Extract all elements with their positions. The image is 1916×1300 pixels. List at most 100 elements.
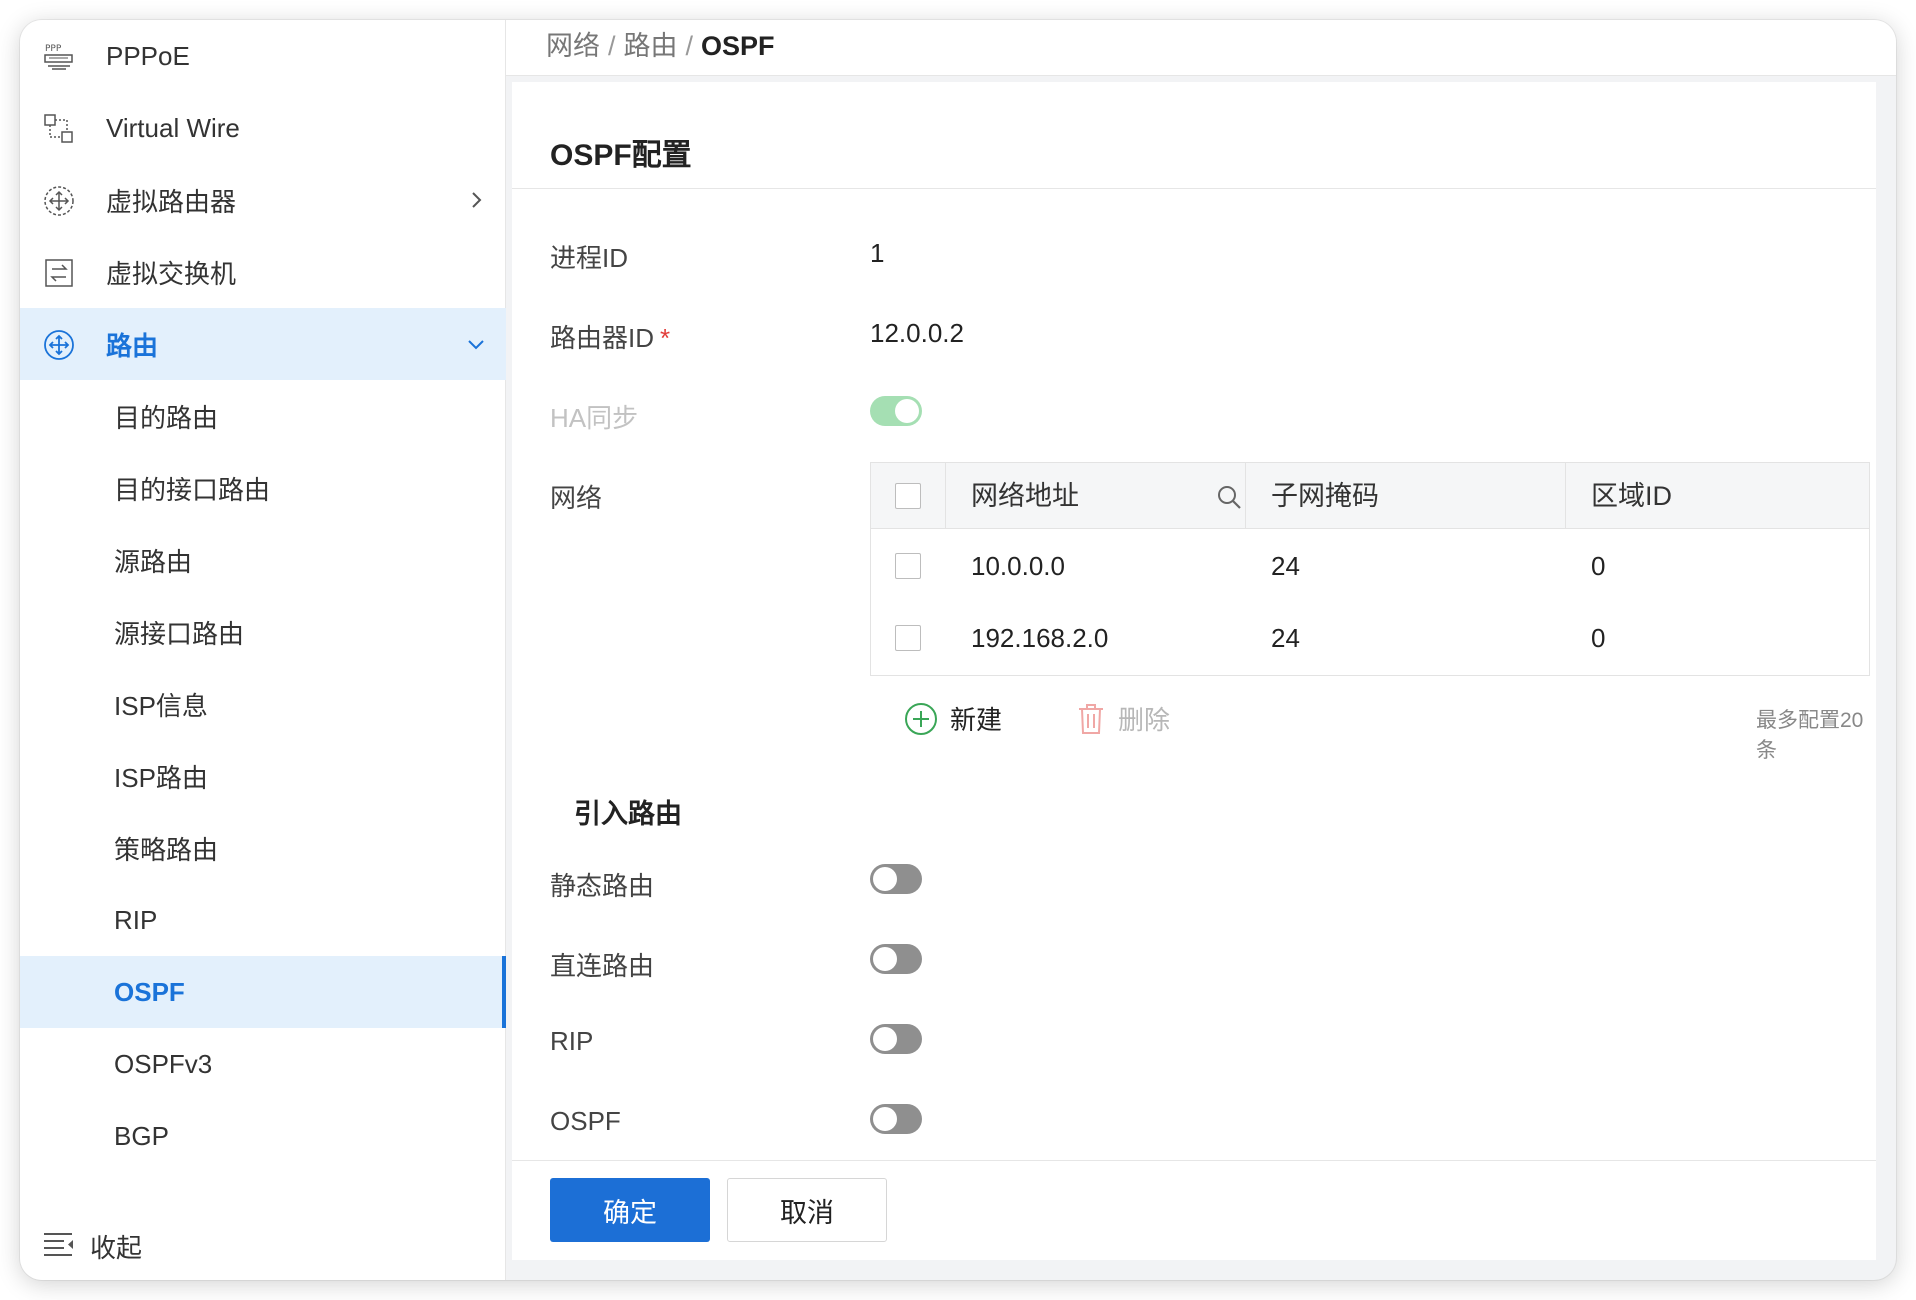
sidebar-subitem-isp-info[interactable]: ISP信息 [20,668,506,740]
router-id-label-text: 路由器ID [550,323,655,353]
row-checkbox[interactable] [895,553,921,579]
sidebar-subitem-label: OSPF [114,976,185,1007]
sidebar-item-label: Virtual Wire [106,112,240,143]
pppoe-icon: PPP [44,44,73,70]
sidebar-subitem-label: OSPFv3 [114,1048,213,1079]
card-title: OSPF配置 [550,139,692,172]
ospf-config-card: OSPF配置 进程ID 1 路由器ID * 12.0.0.2 HA同步 网络 网络… [512,82,1876,1260]
cell-address: 192.168.2.0 [971,623,1109,653]
ha-sync-toggle[interactable] [870,396,922,426]
virtual-wire-icon [44,114,73,143]
topbar: 网络 / 路由 / OSPF [506,20,1896,76]
chevron-right-icon [472,192,482,208]
sidebar-subitem-label: ISP路由 [114,762,208,793]
confirm-button[interactable]: 确定 [550,1178,710,1242]
column-divider [945,463,946,529]
sidebar-subitem-label: 策略路由 [114,834,219,865]
cell-address: 10.0.0.0 [971,551,1065,581]
ha-sync-label: HA同步 [550,403,639,433]
sidebar-subitem-label: 目的路由 [114,402,219,433]
sidebar-collapse-button[interactable]: 收起 [20,1216,506,1272]
footer-divider [512,1160,1876,1161]
cancel-button[interactable]: 取消 [727,1178,887,1242]
select-all-checkbox[interactable] [895,483,921,509]
breadcrumb-item-network[interactable]: 网络 [546,31,600,61]
breadcrumb-item-routing[interactable]: 路由 [624,31,678,61]
sidebar-subitem-policy-route[interactable]: 策略路由 [20,812,506,884]
chevron-down-icon [468,340,484,350]
sidebar-subitem-source-interface-route[interactable]: 源接口路由 [20,596,506,668]
cell-area: 0 [1591,551,1606,581]
router-id-label: 路由器ID * [550,318,670,355]
virtual-switch-icon [45,259,73,287]
max-entries-note: 最多配置20条 [1756,709,1864,762]
sidebar-item-virtual-switch[interactable]: 虚拟交换机 [20,236,506,308]
sidebar-item-label: 虚拟路由器 [106,186,237,217]
column-divider [1245,463,1246,529]
breadcrumb-separator: / [608,31,616,61]
sidebar-subitem-label: BGP [114,1120,169,1151]
process-id-label: 进程ID [550,243,629,273]
cell-mask: 24 [1271,623,1300,653]
sidebar-subitem-ospf[interactable]: OSPF [20,956,506,1028]
row-checkbox[interactable] [895,625,921,651]
column-header-area: 区域ID [1591,481,1672,511]
sidebar-subitem-label: 源路由 [114,546,193,577]
table-header: 网络地址 子网掩码 区域ID [871,463,1869,529]
breadcrumb-current: OSPF [701,31,775,61]
cell-mask: 24 [1271,551,1300,581]
svg-text:PPP: PPP [45,44,62,54]
redistribute-static-label: 静态路由 [550,871,655,901]
redistribute-connected-label: 直连路由 [550,951,655,981]
sidebar-subitem-dest-interface-route[interactable]: 目的接口路由 [20,452,506,524]
column-divider [1565,463,1566,529]
add-circle-icon [905,702,937,735]
redistribute-connected-toggle[interactable] [870,944,922,974]
sidebar-item-virtual-router[interactable]: 虚拟路由器 [20,164,506,236]
breadcrumb: 网络 / 路由 / OSPF [546,24,775,63]
add-label: 新建 [950,705,1003,735]
sidebar-item-label: 虚拟交换机 [106,258,237,289]
sidebar-subitem-isp-route[interactable]: ISP路由 [20,740,506,812]
routing-icon [44,330,74,360]
sidebar: PPP PPPoE Virtual Wire 虚拟路由器 虚拟交换机 路由 目的… [20,20,506,1280]
network-label: 网络 [550,483,603,513]
column-header-address: 网络地址 [971,481,1079,511]
redistribute-section-title: 引入路由 [574,799,682,829]
process-id-value: 1 [870,238,885,268]
collapse-menu-icon [44,1233,73,1256]
sidebar-item-label: PPPoE [106,40,190,71]
column-header-mask: 子网掩码 [1271,481,1379,511]
required-marker: * [660,323,671,353]
search-icon[interactable] [1215,483,1243,511]
redistribute-static-toggle[interactable] [870,864,922,894]
sidebar-subitem-ospfv3[interactable]: OSPFv3 [20,1028,506,1100]
sidebar-item-label: 路由 [106,330,159,361]
redistribute-ospf-label: OSPF [550,1106,621,1136]
add-network-button[interactable]: 新建 [904,700,1002,737]
redistribute-rip-label: RIP [550,1026,594,1056]
sidebar-item-pppoe[interactable]: PPP PPPoE [20,20,506,92]
sidebar-subitem-label: 目的接口路由 [114,474,271,505]
sidebar-subitem-dest-route[interactable]: 目的路由 [20,380,506,452]
sidebar-subitem-bgp[interactable]: BGP [20,1100,506,1172]
router-id-value: 12.0.0.2 [870,318,964,348]
sidebar-subitem-source-route[interactable]: 源路由 [20,524,506,596]
sidebar-item-virtual-wire[interactable]: Virtual Wire [20,92,506,164]
sidebar-subitem-label: ISP信息 [114,690,208,721]
collapse-label: 收起 [90,1233,143,1263]
delete-network-button[interactable]: 删除 [1076,700,1170,737]
breadcrumb-separator: / [685,31,694,61]
sidebar-item-routing[interactable]: 路由 [20,308,506,380]
sidebar-subitem-label: RIP [114,904,158,935]
redistribute-rip-toggle[interactable] [870,1024,922,1054]
sidebar-subitem-rip[interactable]: RIP [20,884,506,956]
trash-icon [1079,703,1103,734]
network-table: 网络地址 子网掩码 区域ID 10.0.0.0 24 0 192.168.2.0… [870,462,1870,676]
redistribute-ospf-toggle[interactable] [870,1104,922,1134]
cell-area: 0 [1591,623,1606,653]
sidebar-subitem-label: 源接口路由 [114,618,245,649]
card-divider [512,188,1876,189]
delete-label: 删除 [1118,705,1171,735]
virtual-router-icon [44,186,74,216]
